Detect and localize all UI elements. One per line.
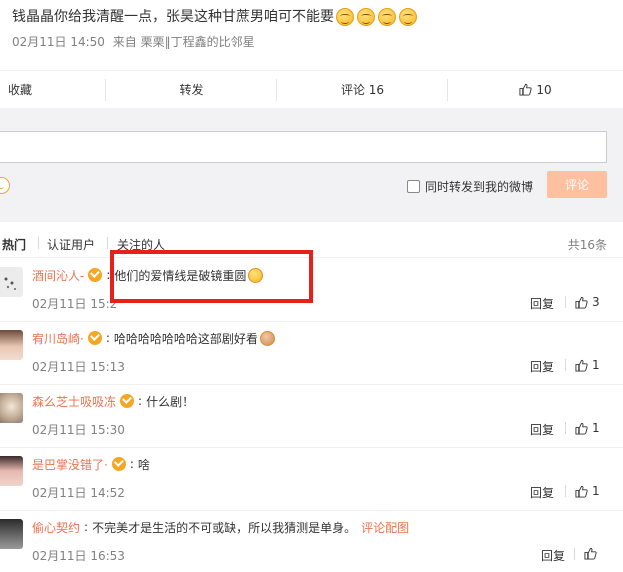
post-meta: 02月11日 14:50 来自 栗栗‖丁程鑫的比邻星 — [12, 33, 255, 50]
colon: : — [129, 457, 134, 471]
forward-button[interactable]: 转发 — [106, 78, 277, 101]
reply-button[interactable]: 回复 — [541, 547, 565, 564]
like-divider — [565, 359, 566, 371]
comment-text: 啥 — [137, 457, 150, 472]
comment-line: 宥川岛崎· : 哈哈哈哈哈哈哈这部剧好看 — [32, 330, 275, 346]
comment-like-count: 1 — [592, 358, 600, 372]
action-bar: 收藏 转发 评论 16 10 — [0, 70, 623, 108]
verified-badge-icon — [120, 394, 135, 408]
thumbs-up-icon — [575, 422, 588, 435]
forward-checkbox[interactable] — [407, 180, 420, 193]
verified-badge-icon — [88, 268, 103, 282]
post-source[interactable]: 来自 栗栗‖丁程鑫的比邻星 — [113, 35, 255, 49]
thumbs-up-icon — [519, 83, 532, 96]
avatar[interactable] — [0, 393, 23, 423]
like-button[interactable]: 10 — [448, 79, 623, 101]
commenter-name[interactable]: 宥川岛崎· — [32, 330, 84, 347]
comment-like-count: 3 — [592, 295, 600, 309]
comment-text: 哈哈哈哈哈哈哈这部剧好看 — [113, 331, 258, 346]
comment-line: 是巴掌没错了· : 啥 — [32, 456, 150, 472]
comment-time: 02月11日 16:53 — [32, 549, 125, 563]
favorite-button[interactable]: 收藏 — [0, 78, 106, 101]
comment-time: 02月11日 15:30 — [32, 423, 125, 437]
comment-like-button[interactable]: 1 — [575, 421, 600, 435]
grin-emoji-icon — [357, 8, 375, 26]
highlight-annotation-box — [110, 250, 313, 303]
post-text-content: 钱晶晶你给我清醒一点，张昊这种甘蔗男咱可不能要 — [12, 9, 334, 25]
commenter-name[interactable]: 森么芝士吸吸冻 — [32, 393, 116, 410]
thumbs-up-icon — [584, 547, 597, 560]
comment-composer — [0, 108, 623, 222]
comment-like-button[interactable]: 1 — [575, 358, 600, 372]
reply-button[interactable]: 回复 — [530, 484, 554, 501]
reply-button[interactable]: 回复 — [530, 421, 554, 438]
tab-hot[interactable]: 热门 — [2, 236, 26, 253]
like-divider — [565, 422, 566, 434]
submit-comment-button[interactable]: 评论 — [547, 171, 607, 198]
doge-emoji-icon — [259, 330, 275, 346]
post-text: 钱晶晶你给我清醒一点，张昊这种甘蔗男咱可不能要 — [12, 7, 417, 27]
like-divider — [565, 296, 566, 308]
post-date[interactable]: 02月11日 14:50 — [12, 35, 105, 49]
favorite-label: 收藏 — [8, 83, 33, 97]
comment-time: 02月11日 15:2 — [32, 297, 118, 311]
verified-badge-icon — [111, 457, 126, 471]
colon: : — [105, 331, 110, 345]
grin-emoji-icon — [336, 8, 354, 26]
comment-item: 是巴掌没错了· : 啥 02月11日 14:52 回复 1 — [0, 448, 623, 511]
commenter-name[interactable]: 是巴掌没错了· — [32, 456, 108, 473]
comment-item: 森么芝士吸吸冻 : 什么剧！ 02月11日 15:30 回复 1 — [0, 385, 623, 448]
comment-text: 什么剧！ — [146, 394, 195, 409]
avatar[interactable] — [0, 456, 23, 486]
reply-button[interactable]: 回复 — [530, 358, 554, 375]
grin-emoji-icon — [378, 8, 396, 26]
comment-line: 偷心契约 : 不完美才是生活的不可或缺，所以我猜测是单身。 评论配图 — [32, 519, 409, 535]
comment-text: 不完美才是生活的不可或缺，所以我猜测是单身。 — [92, 520, 357, 535]
avatar[interactable] — [0, 267, 23, 297]
commenter-name[interactable]: 酒间沁人- — [32, 267, 84, 284]
comment-button[interactable]: 评论 16 — [277, 78, 448, 101]
like-divider — [574, 548, 575, 560]
grin-emoji-icon — [399, 8, 417, 26]
avatar[interactable] — [0, 519, 23, 549]
like-count: 10 — [536, 82, 552, 97]
comment-item: 宥川岛崎· : 哈哈哈哈哈哈哈这部剧好看 02月11日 15:13 回复 1 — [0, 322, 623, 385]
comment-like-button[interactable]: 1 — [575, 484, 600, 498]
thumbs-up-icon — [575, 485, 588, 498]
comment-time: 02月11日 15:13 — [32, 360, 125, 374]
verified-badge-icon — [87, 331, 102, 345]
comment-line: 森么芝士吸吸冻 : 什么剧！ — [32, 393, 194, 409]
like-divider — [565, 485, 566, 497]
comment-image-link[interactable]: 评论配图 — [361, 519, 409, 536]
tab-verified[interactable]: 认证用户 — [47, 236, 95, 253]
post-card: 钱晶晶你给我清醒一点，张昊这种甘蔗男咱可不能要 02月11日 14:50 来自 … — [0, 0, 623, 62]
comment-input[interactable] — [0, 131, 607, 163]
thumbs-up-icon — [575, 296, 588, 309]
colon: : — [84, 520, 89, 534]
tab-divider — [38, 237, 39, 249]
comment-time: 02月11日 14:52 — [32, 486, 125, 500]
forward-label: 转发 — [179, 83, 204, 97]
comment-like-button[interactable] — [584, 547, 601, 560]
comment-like-count: 1 — [592, 484, 600, 498]
comment-like-button[interactable]: 3 — [575, 295, 600, 309]
commenter-name[interactable]: 偷心契约 — [32, 519, 80, 536]
comment-total: 共16条 — [567, 238, 607, 252]
colon: : — [138, 394, 143, 408]
avatar[interactable] — [0, 330, 23, 360]
tab-divider — [107, 237, 108, 249]
thumbs-up-icon — [575, 359, 588, 372]
comment-like-count: 1 — [592, 421, 600, 435]
reply-button[interactable]: 回复 — [530, 295, 554, 312]
comment-item: 偷心契约 : 不完美才是生活的不可或缺，所以我猜测是单身。 评论配图 02月11… — [0, 511, 623, 572]
forward-checkbox-label[interactable]: 同时转发到我的微博 — [425, 178, 533, 195]
comment-label: 评论 16 — [340, 83, 385, 97]
